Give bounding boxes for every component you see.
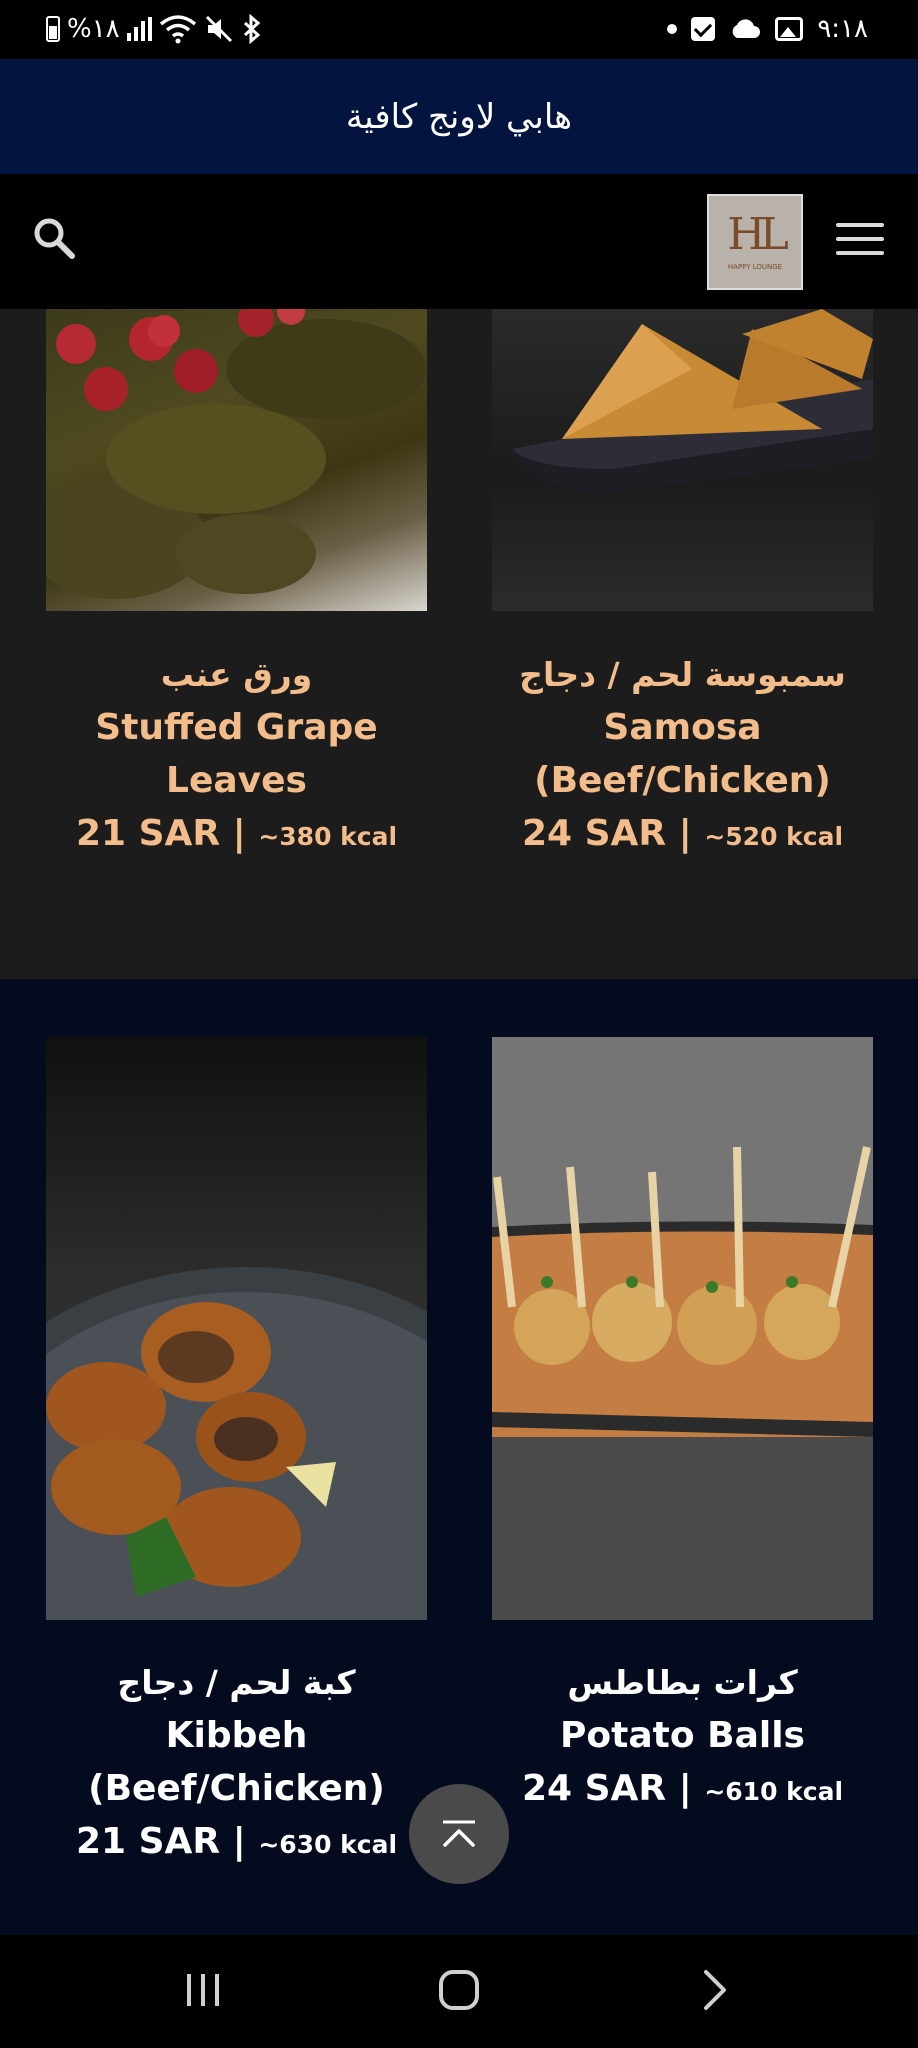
back-button[interactable] — [670, 1955, 760, 2025]
bluetooth-icon — [243, 14, 260, 44]
item-name-en: Kibbeh (Beef/Chicken) — [88, 1715, 385, 1809]
item-price-line: 24 SAR | ~520 kcal — [472, 807, 893, 863]
back-to-top-button[interactable] — [409, 1784, 509, 1884]
checkbox-notification-icon — [691, 17, 716, 41]
potato-balls-photo — [492, 1037, 873, 1620]
item-price-line: 21 SAR | ~630 kcal — [26, 1815, 447, 1871]
item-name-ar: سمبوسة لحم / دجاج — [519, 655, 846, 694]
grape-leaves-illustration — [46, 309, 426, 599]
item-name-ar: ورق عنب — [160, 655, 313, 694]
hamburger-line — [836, 237, 884, 241]
app-title: هابي لاونج كافية — [345, 96, 573, 137]
hamburger-line — [836, 251, 884, 255]
search-icon — [34, 218, 75, 259]
home-icon — [439, 1970, 479, 2010]
item-price-line: 24 SAR | ~610 kcal — [472, 1762, 893, 1818]
item-name-en: Potato Balls — [560, 1715, 805, 1756]
logo-mark: HL — [727, 209, 789, 260]
cloud-icon — [732, 19, 761, 38]
item-name-en: Stuffed Grape Leaves — [95, 707, 378, 801]
brand-logo[interactable]: HL HAPPY LOUNGE — [707, 194, 803, 290]
menu-section-dark: ورق عنب Stuffed Grape Leaves 21 SAR | ~3… — [0, 309, 918, 979]
item-price: 21 SAR — [75, 813, 221, 854]
battery-icon — [46, 16, 60, 42]
samosa-photo — [492, 309, 873, 611]
chevron-up-icon — [443, 1820, 475, 1847]
chevron-right-icon — [704, 1970, 726, 2010]
kibbeh-illustration — [46, 1267, 427, 1620]
item-price-line: 21 SAR | ~380 kcal — [26, 807, 447, 863]
status-bar: %١٨ ٩:١٨ — [0, 0, 918, 59]
wifi-icon — [159, 15, 196, 44]
grape-leaves-photo — [46, 309, 427, 611]
price-separator: | — [678, 813, 692, 854]
samosa-illustration — [512, 309, 873, 494]
search-button[interactable] — [30, 214, 80, 264]
item-name-ar: كبة لحم / دجاج — [117, 1663, 356, 1702]
menu-card-text: سمبوسة لحم / دجاج Samosa (Beef/Chicken) … — [472, 649, 893, 863]
item-price: 24 SAR — [521, 1768, 667, 1809]
status-right-group: ٩:١٨ — [667, 12, 868, 46]
gallery-icon — [775, 17, 804, 41]
menu-card-text: ورق عنب Stuffed Grape Leaves 21 SAR | ~3… — [26, 649, 447, 863]
item-calories: ~630 kcal — [258, 1830, 398, 1859]
menu-card-text: كبة لحم / دجاج Kibbeh (Beef/Chicken) 21 … — [26, 1657, 447, 1871]
system-navigation-bar — [0, 1935, 918, 2048]
menu-card-text: كرات بطاطس Potato Balls 24 SAR | ~610 kc… — [472, 1657, 893, 1818]
item-calories: ~380 kcal — [258, 822, 398, 851]
recent-apps-button[interactable] — [158, 1955, 248, 2025]
item-name-en: Samosa (Beef/Chicken) — [534, 707, 831, 801]
potato-balls-illustration — [492, 1037, 873, 1620]
signal-icon — [126, 17, 152, 41]
recent-apps-icon — [187, 1974, 219, 2006]
home-button[interactable] — [414, 1955, 504, 2025]
kibbeh-photo — [46, 1037, 427, 1620]
mute-icon — [205, 15, 232, 43]
hamburger-menu-icon — [836, 223, 884, 227]
status-time: ٩:١٨ — [817, 14, 868, 44]
status-left-group: %١٨ — [46, 12, 263, 46]
price-separator: | — [678, 1768, 692, 1809]
item-calories: ~520 kcal — [704, 822, 844, 851]
item-price: 21 SAR — [75, 1821, 221, 1862]
price-separator: | — [232, 813, 246, 854]
battery-percentage: %١٨ — [67, 14, 120, 44]
logo-subtitle: HAPPY LOUNGE — [727, 263, 783, 271]
notification-dot-icon — [667, 24, 678, 34]
site-header: HL HAPPY LOUNGE — [0, 174, 918, 309]
app-title-banner: هابي لاونج كافية — [0, 59, 918, 174]
item-name-ar: كرات بطاطس — [567, 1663, 798, 1702]
hamburger-menu-button[interactable] — [836, 223, 884, 261]
price-separator: | — [232, 1821, 246, 1862]
item-price: 24 SAR — [521, 813, 667, 854]
item-calories: ~610 kcal — [704, 1777, 844, 1806]
